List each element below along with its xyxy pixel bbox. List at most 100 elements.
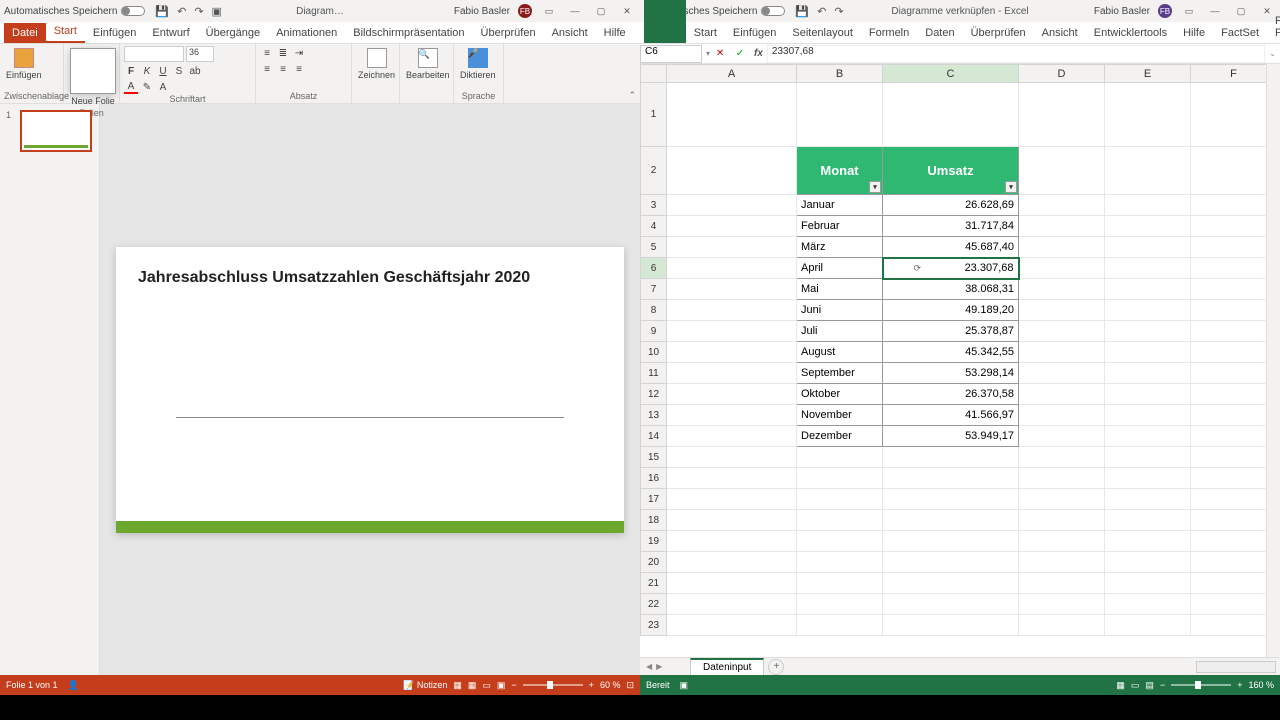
bullets-button[interactable]: ≡ <box>260 46 274 60</box>
cell-E9[interactable] <box>1105 321 1191 342</box>
cell-F15[interactable] <box>1191 447 1277 468</box>
filter-dropdown-icon[interactable]: ▾ <box>869 181 881 193</box>
pp-tab-file[interactable]: Datei <box>4 23 46 43</box>
start-show-icon[interactable]: ▣ <box>212 5 222 18</box>
cell-C8[interactable]: 49.189,20 <box>883 300 1019 321</box>
select-all-corner[interactable] <box>641 65 667 83</box>
cell-D4[interactable] <box>1019 216 1105 237</box>
view-reading-icon[interactable]: ▭ <box>482 680 491 691</box>
cell-D10[interactable] <box>1019 342 1105 363</box>
col-header-B[interactable]: B <box>797 65 883 83</box>
cell-A16[interactable] <box>667 468 797 489</box>
xl-tab-help[interactable]: Hilfe <box>1175 23 1213 43</box>
fx-cancel-icon[interactable]: ✕ <box>710 48 730 59</box>
view-pagebreak-icon[interactable]: ▤ <box>1145 680 1154 691</box>
fit-window-icon[interactable]: ⊡ <box>626 680 634 691</box>
slide-canvas-area[interactable]: Jahresabschluss Umsatzzahlen Geschäftsja… <box>100 104 640 675</box>
pp-tab-transitions[interactable]: Übergänge <box>198 23 268 43</box>
edit-button[interactable]: 🔍Bearbeiten <box>404 46 452 82</box>
cell-F13[interactable] <box>1191 405 1277 426</box>
pp-tab-insert[interactable]: Einfügen <box>85 23 144 43</box>
cell-C19[interactable] <box>883 531 1019 552</box>
col-header-E[interactable]: E <box>1105 65 1191 83</box>
name-box[interactable]: C6 <box>640 45 702 63</box>
cell-E13[interactable] <box>1105 405 1191 426</box>
cell-C21[interactable] <box>883 573 1019 594</box>
row-header-20[interactable]: 20 <box>641 552 667 573</box>
cell-F11[interactable] <box>1191 363 1277 384</box>
cell-D16[interactable] <box>1019 468 1105 489</box>
dictate-button[interactable]: 🎤Diktieren <box>458 46 498 82</box>
cell-D9[interactable] <box>1019 321 1105 342</box>
cell-D20[interactable] <box>1019 552 1105 573</box>
cell-B9[interactable]: Juli <box>797 321 883 342</box>
cell-A13[interactable] <box>667 405 797 426</box>
cell-D12[interactable] <box>1019 384 1105 405</box>
cell-A2[interactable] <box>667 147 797 195</box>
ribbon-mode-icon[interactable]: ▭ <box>1180 4 1198 18</box>
cell-B21[interactable] <box>797 573 883 594</box>
redo-icon[interactable]: ↷ <box>834 5 843 18</box>
cell-F7[interactable] <box>1191 279 1277 300</box>
slide-thumbnail-1[interactable] <box>20 110 92 152</box>
row-header-8[interactable]: 8 <box>641 300 667 321</box>
cell-C23[interactable] <box>883 615 1019 636</box>
pp-tab-slideshow[interactable]: Bildschirmpräsentation <box>345 23 472 43</box>
cell-A18[interactable] <box>667 510 797 531</box>
row-header-5[interactable]: 5 <box>641 237 667 258</box>
cell-E22[interactable] <box>1105 594 1191 615</box>
row-header-16[interactable]: 16 <box>641 468 667 489</box>
cell-D2[interactable] <box>1019 147 1105 195</box>
view-pagelayout-icon[interactable]: ▭ <box>1131 680 1140 691</box>
formula-input[interactable]: 23307,68 <box>767 45 1265 63</box>
zoom-level[interactable]: 60 % <box>600 680 621 690</box>
cell-D1[interactable] <box>1019 83 1105 147</box>
clear-format-button[interactable]: A <box>156 80 170 94</box>
cell-E16[interactable] <box>1105 468 1191 489</box>
cell-A5[interactable] <box>667 237 797 258</box>
cell-A20[interactable] <box>667 552 797 573</box>
cell-C7[interactable]: 38.068,31 <box>883 279 1019 300</box>
pp-user-avatar[interactable]: FB <box>518 4 532 18</box>
cell-A21[interactable] <box>667 573 797 594</box>
cell-F5[interactable] <box>1191 237 1277 258</box>
cell-B5[interactable]: März <box>797 237 883 258</box>
cell-D19[interactable] <box>1019 531 1105 552</box>
maximize-icon[interactable]: ▢ <box>592 4 610 18</box>
align-center-button[interactable]: ≡ <box>276 62 290 76</box>
fx-confirm-icon[interactable]: ✓ <box>730 48 750 59</box>
cell-B8[interactable]: Juni <box>797 300 883 321</box>
row-header-14[interactable]: 14 <box>641 426 667 447</box>
row-header-17[interactable]: 17 <box>641 489 667 510</box>
cell-D21[interactable] <box>1019 573 1105 594</box>
paste-button[interactable]: Einfügen <box>4 46 44 82</box>
cell-B14[interactable]: Dezember <box>797 426 883 447</box>
cell-B3[interactable]: Januar <box>797 195 883 216</box>
strike-button[interactable]: S <box>172 64 186 78</box>
cell-E21[interactable] <box>1105 573 1191 594</box>
view-normal-icon[interactable]: ▦ <box>1116 680 1125 691</box>
cell-C17[interactable] <box>883 489 1019 510</box>
maximize-icon[interactable]: ▢ <box>1232 4 1250 18</box>
xl-tab-file[interactable]: Datei <box>644 0 686 43</box>
font-size-select[interactable]: 36 <box>186 46 214 62</box>
ribbon-mode-icon[interactable]: ▭ <box>540 4 558 18</box>
cell-F21[interactable] <box>1191 573 1277 594</box>
row-header-19[interactable]: 19 <box>641 531 667 552</box>
xl-tab-factset[interactable]: FactSet <box>1213 23 1267 43</box>
xl-tab-data[interactable]: Daten <box>917 23 962 43</box>
cell-F4[interactable] <box>1191 216 1277 237</box>
cell-E1[interactable] <box>1105 83 1191 147</box>
indent-button[interactable]: ⇥ <box>292 46 306 60</box>
pp-tab-view[interactable]: Ansicht <box>544 23 596 43</box>
cell-D15[interactable] <box>1019 447 1105 468</box>
cell-F16[interactable] <box>1191 468 1277 489</box>
macro-record-icon[interactable]: ▣ <box>680 680 689 691</box>
cell-B18[interactable] <box>797 510 883 531</box>
cell-E19[interactable] <box>1105 531 1191 552</box>
cell-D8[interactable] <box>1019 300 1105 321</box>
cell-A22[interactable] <box>667 594 797 615</box>
cell-E10[interactable] <box>1105 342 1191 363</box>
row-header-22[interactable]: 22 <box>641 594 667 615</box>
cell-A14[interactable] <box>667 426 797 447</box>
